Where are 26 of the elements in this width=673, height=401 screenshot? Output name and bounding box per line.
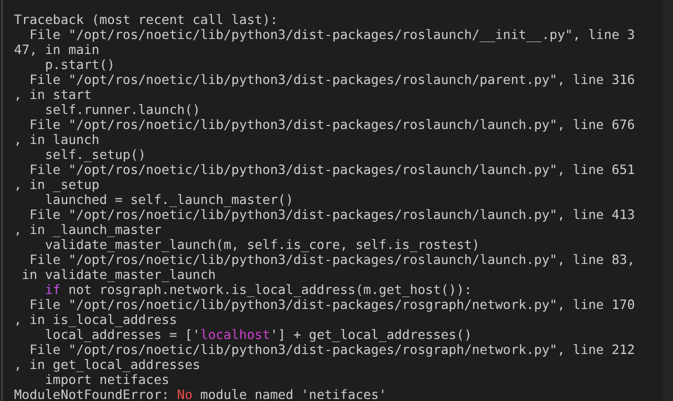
traceback-line: ModuleNotFoundError: No module named 'netifaces' <box>14 388 387 401</box>
traceback-line: File "/opt/ros/noetic/lib/python3/dist-packages/roslaunch/launch.py", line 413 <box>28 208 635 223</box>
traceback-line: import netifaces <box>44 373 170 388</box>
traceback-line: File "/opt/ros/noetic/lib/python3/dist-packages/roslaunch/launch.py", line 83, <box>28 253 635 268</box>
traceback-line: self._setup() <box>44 148 146 163</box>
traceback-line: if not rosgraph.network.is_local_address(m.get_host()): <box>44 283 472 298</box>
traceback-line: self.runner.launch() <box>44 103 200 118</box>
traceback-line: File "/opt/ros/noetic/lib/python3/dist-packages/roslaunch/parent.py", line 316 <box>28 73 635 88</box>
traceback-line: File "/opt/ros/noetic/lib/python3/dist-packages/roslaunch/__init__.py", line 3 <box>28 28 635 43</box>
traceback-line: , in _launch_master <box>14 223 162 238</box>
traceback-line: File "/opt/ros/noetic/lib/python3/dist-packages/rosgraph/network.py", line 170 <box>28 298 635 313</box>
traceback-line: , in get_local_addresses <box>14 358 200 373</box>
traceback-line: launched = self._launch_master() <box>44 193 294 208</box>
traceback-line: in validate_master_launch <box>20 268 216 283</box>
traceback-line: p.start() <box>44 58 115 73</box>
traceback-line: File "/opt/ros/noetic/lib/python3/dist-packages/roslaunch/launch.py", line 676 <box>28 118 635 133</box>
traceback-line: , in _setup <box>14 178 100 193</box>
traceback-line: Traceback (most recent call last): <box>14 13 278 28</box>
traceback-line: File "/opt/ros/noetic/lib/python3/dist-packages/rosgraph/network.py", line 212 <box>28 343 635 358</box>
traceback-line: File "/opt/ros/noetic/lib/python3/dist-packages/roslaunch/launch.py", line 651 <box>28 163 635 178</box>
traceback-line: , in launch <box>14 133 100 148</box>
traceback-line: , in is_local_address <box>14 313 177 328</box>
traceback-line: , in start <box>14 88 92 103</box>
traceback-line: local_addresses = ['localhost'] + get_local_addresses() <box>44 328 472 343</box>
traceback-line: validate_master_launch(m, self.is_core, self.is_rostest) <box>44 238 480 253</box>
traceback-line: 47, in main <box>14 43 100 58</box>
